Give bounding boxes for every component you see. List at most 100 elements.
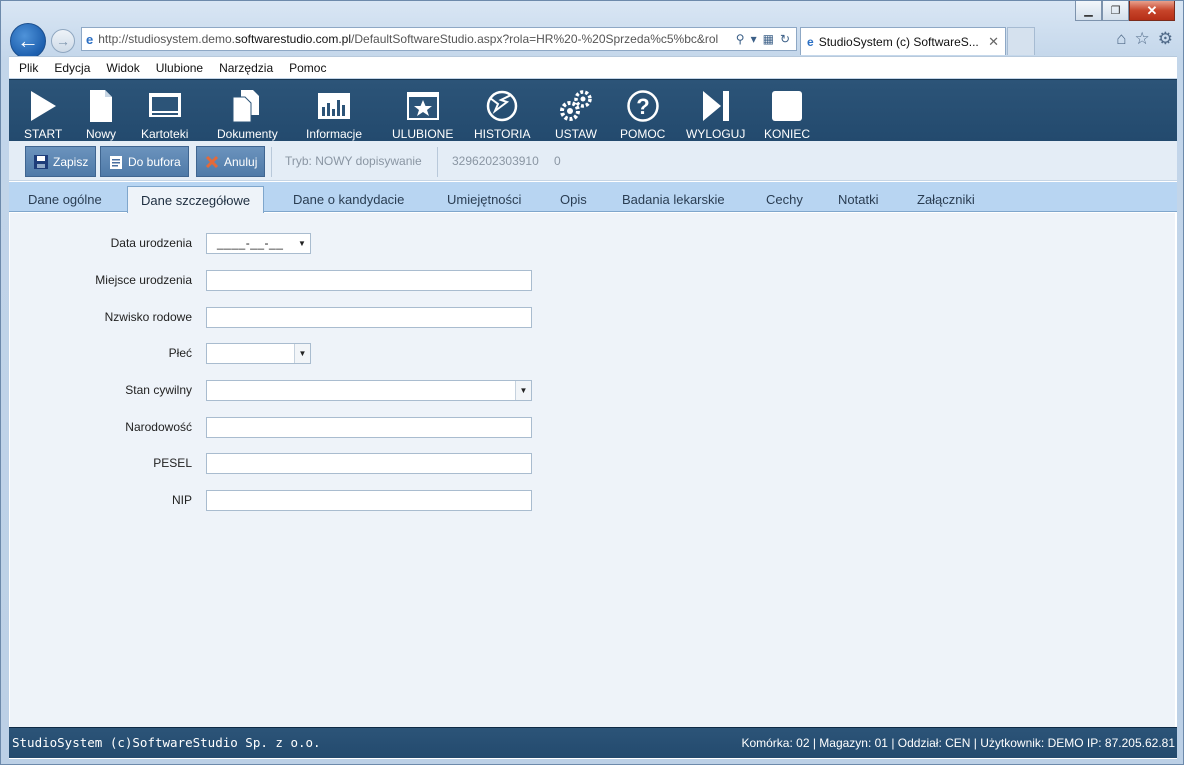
tab-close-icon[interactable]: ✕ bbox=[988, 34, 999, 50]
menu-bar: Plik Edycja Widok Ulubione Narzędzia Pom… bbox=[9, 56, 1177, 78]
tab-badania-lekarskie[interactable]: Badania lekarskie bbox=[609, 186, 738, 212]
back-button[interactable]: ← bbox=[10, 23, 46, 59]
separator bbox=[437, 147, 438, 177]
home-icon[interactable]: ⌂ bbox=[1116, 29, 1126, 49]
gear-icon[interactable]: ⚙ bbox=[1158, 29, 1173, 49]
cancel-label: Anuluj bbox=[224, 154, 258, 169]
action-bar: Zapisz Do bufora Anuluj Tryb: NOWY dopis… bbox=[9, 141, 1177, 181]
menu-ulubione[interactable]: Ulubione bbox=[156, 61, 203, 75]
tab-notatki[interactable]: Notatki bbox=[825, 186, 891, 212]
nationality-row: Narodowość bbox=[10, 417, 610, 439]
birth-place-label: Miejsce urodzenia bbox=[95, 273, 192, 287]
toolbar-ustaw[interactable]: USTAW bbox=[555, 88, 597, 141]
toolbar-wyloguj-label: WYLOGUJ bbox=[686, 127, 746, 141]
refresh-icon[interactable]: ↻ bbox=[780, 32, 790, 46]
status-copyright: StudioSystem (c)SoftwareStudio Sp. z o.o… bbox=[12, 735, 321, 750]
star-window-icon bbox=[406, 88, 440, 124]
record-id-text: 3296202303910 bbox=[452, 154, 539, 168]
stop-icon bbox=[771, 88, 803, 124]
toolbar-dokumenty[interactable]: Dokumenty bbox=[217, 88, 278, 141]
buffer-button[interactable]: Do bufora bbox=[100, 146, 189, 177]
tab-title: StudioSystem (c) SoftwareS... bbox=[818, 34, 979, 49]
birth-date-picker[interactable]: ____-__-__ ▼ bbox=[206, 233, 311, 254]
logout-icon bbox=[701, 88, 731, 124]
address-tools: ⚲ ▾ ▦ ↻ bbox=[730, 32, 796, 46]
tab-page-icon: e bbox=[807, 34, 814, 49]
nationality-input[interactable] bbox=[206, 417, 532, 438]
chart-icon bbox=[317, 88, 351, 124]
maiden-name-input[interactable] bbox=[206, 307, 532, 328]
separator bbox=[271, 147, 272, 177]
chevron-down-icon[interactable]: ▼ bbox=[515, 381, 531, 400]
window-icon bbox=[148, 88, 182, 124]
toolbar-historia-label: HISTORIA bbox=[474, 127, 531, 141]
tab-cechy[interactable]: Cechy bbox=[753, 186, 816, 212]
toolbar-informacje-label: Informacje bbox=[306, 127, 363, 141]
svg-text:?: ? bbox=[636, 94, 649, 119]
tab-zalaczniki[interactable]: Załączniki bbox=[904, 186, 988, 212]
marital-row: Stan cywilny ▼ bbox=[10, 380, 610, 402]
search-icon[interactable]: ⚲ bbox=[736, 32, 745, 46]
toolbar-koniec-label: KONIEC bbox=[764, 127, 811, 141]
minimize-button[interactable]: ▁ bbox=[1075, 1, 1102, 21]
tab-dane-szczegolowe[interactable]: Dane szczegółowe bbox=[127, 186, 265, 213]
favorites-star-icon[interactable]: ☆ bbox=[1135, 29, 1150, 49]
toolbar-start[interactable]: START bbox=[24, 88, 62, 141]
menu-narzedzia[interactable]: Narzędzia bbox=[219, 61, 273, 75]
marital-select[interactable]: ▼ bbox=[206, 380, 532, 401]
nip-input[interactable] bbox=[206, 490, 532, 511]
sex-select[interactable]: ▼ bbox=[206, 343, 311, 364]
compat-view-icon[interactable]: ▦ bbox=[763, 32, 774, 46]
sex-row: Płeć ▼ bbox=[10, 343, 610, 365]
save-button[interactable]: Zapisz bbox=[25, 146, 97, 177]
toolbar-ustaw-label: USTAW bbox=[555, 127, 597, 141]
toolbar-ulubione-label: ULUBIONE bbox=[392, 127, 454, 141]
main-toolbar: START Nowy Kartoteki Dokumenty Informacj… bbox=[9, 79, 1177, 141]
new-tab-button[interactable] bbox=[1007, 27, 1035, 55]
cancel-x-icon bbox=[204, 154, 219, 169]
toolbar-pomoc-label: POMOC bbox=[620, 127, 666, 141]
menu-plik[interactable]: Plik bbox=[19, 61, 38, 75]
browser-tools: ⌂ ☆ ⚙ bbox=[1116, 29, 1173, 49]
address-bar[interactable]: e http://studiosystem.demo.softwarestudi… bbox=[81, 27, 797, 51]
menu-widok[interactable]: Widok bbox=[106, 61, 139, 75]
status-bar: StudioSystem (c)SoftwareStudio Sp. z o.o… bbox=[9, 727, 1177, 758]
cancel-button[interactable]: Anuluj bbox=[196, 146, 266, 177]
close-window-button[interactable]: ✕ bbox=[1129, 1, 1175, 21]
pesel-input[interactable] bbox=[206, 453, 532, 474]
window-controls: ▁ ❐ ✕ bbox=[1075, 1, 1175, 21]
form-area: Data urodzenia ____-__-__ ▼ Miejsce urod… bbox=[10, 213, 1175, 727]
toolbar-pomoc[interactable]: ? POMOC bbox=[620, 88, 665, 141]
menu-edycja[interactable]: Edycja bbox=[54, 61, 90, 75]
new-document-icon bbox=[88, 88, 114, 124]
tab-dane-o-kandydacie[interactable]: Dane o kandydacie bbox=[280, 186, 417, 212]
url-domain: softwarestudio.com.pl bbox=[234, 32, 352, 46]
toolbar-nowy[interactable]: Nowy bbox=[86, 88, 116, 141]
forward-button[interactable]: → bbox=[51, 29, 75, 53]
nationality-label: Narodowość bbox=[125, 420, 192, 434]
clipboard-icon bbox=[108, 154, 123, 169]
chevron-down-icon[interactable]: ▼ bbox=[294, 344, 310, 363]
maximize-button[interactable]: ❐ bbox=[1102, 1, 1129, 21]
tab-dane-ogolne[interactable]: Dane ogólne bbox=[15, 186, 115, 212]
tab-umiejetnosci[interactable]: Umiejętności bbox=[434, 186, 534, 212]
pesel-row: PESEL bbox=[10, 453, 610, 475]
toolbar-start-label: START bbox=[24, 127, 63, 141]
toolbar-wyloguj[interactable]: WYLOGUJ bbox=[686, 88, 745, 141]
toolbar-ulubione[interactable]: ULUBIONE bbox=[392, 88, 453, 141]
maiden-name-row: Nzwisko rodowe bbox=[10, 307, 610, 329]
toolbar-historia[interactable]: HISTORIA bbox=[474, 88, 530, 141]
birth-place-input[interactable] bbox=[206, 270, 532, 291]
marital-label: Stan cywilny bbox=[125, 383, 192, 397]
birth-date-value: ____-__-__ bbox=[217, 236, 284, 250]
url-text: http://studiosystem.demo.softwarestudio.… bbox=[98, 32, 730, 46]
pesel-label: PESEL bbox=[153, 456, 192, 470]
toolbar-informacje[interactable]: Informacje bbox=[306, 88, 362, 141]
chevron-down-icon[interactable]: ▼ bbox=[294, 234, 310, 253]
toolbar-kartoteki[interactable]: Kartoteki bbox=[141, 88, 188, 141]
browser-tab[interactable]: e StudioSystem (c) SoftwareS... ✕ bbox=[800, 27, 1006, 55]
toolbar-koniec[interactable]: KONIEC bbox=[764, 88, 810, 141]
tab-opis[interactable]: Opis bbox=[547, 186, 600, 212]
dropdown-icon[interactable]: ▾ bbox=[751, 32, 757, 46]
menu-pomoc[interactable]: Pomoc bbox=[289, 61, 326, 75]
